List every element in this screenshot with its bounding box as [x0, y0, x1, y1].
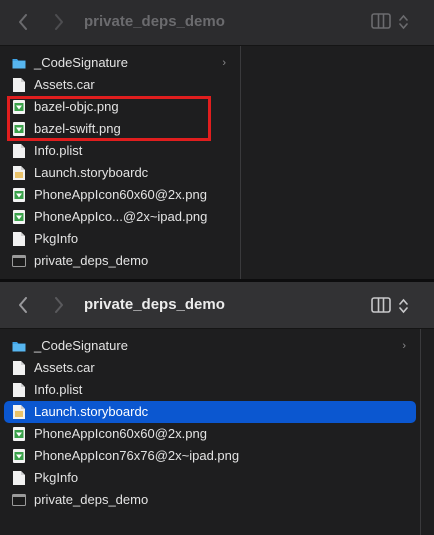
- file-name: PhoneAppIcon60x60@2x.png: [34, 187, 207, 202]
- file-row[interactable]: PhoneAppIcon60x60@2x.png: [4, 184, 236, 206]
- chevron-up-down-icon: [398, 14, 408, 30]
- file-list: _CodeSignature › Assets.car bazel-objc.png b…: [0, 52, 240, 272]
- document-icon: [12, 382, 26, 398]
- file-row[interactable]: Info.plist: [4, 379, 416, 401]
- file-name: private_deps_demo: [34, 492, 149, 507]
- file-name: Info.plist: [34, 143, 83, 158]
- file-row[interactable]: _CodeSignature ›: [4, 52, 236, 74]
- window-title: private_deps_demo: [84, 13, 225, 30]
- document-icon: [12, 470, 26, 486]
- toolbar: private_deps_demo: [0, 282, 434, 329]
- disclosure-chevron-icon: ›: [222, 57, 226, 69]
- storyboard-icon: [12, 165, 26, 181]
- column-view-icon: [371, 13, 391, 29]
- column-view-icon: [371, 297, 391, 313]
- file-row[interactable]: PkgInfo: [4, 467, 416, 489]
- file-name: PkgInfo: [34, 231, 79, 246]
- file-row[interactable]: _CodeSignature ›: [4, 335, 416, 357]
- file-name: Launch.storyboardc: [34, 165, 149, 180]
- chevron-right-icon: [55, 297, 63, 313]
- file-row[interactable]: Assets.car: [4, 74, 236, 96]
- window-title: private_deps_demo: [84, 296, 225, 313]
- file-name: Assets.car: [34, 77, 95, 92]
- file-name: _CodeSignature: [34, 338, 128, 353]
- png-image-icon: [12, 187, 26, 203]
- file-row[interactable]: Launch.storyboardc: [4, 162, 236, 184]
- file-name: PhoneAppIcon60x60@2x.png: [34, 426, 207, 441]
- forward-button[interactable]: [49, 11, 69, 33]
- back-button[interactable]: [13, 294, 33, 316]
- disclosure-chevron-icon: ›: [402, 340, 406, 352]
- document-icon: [12, 231, 26, 247]
- png-image-icon: [12, 448, 26, 464]
- file-row[interactable]: PkgInfo: [4, 228, 236, 250]
- file-row[interactable]: Assets.car: [4, 357, 416, 379]
- toolbar: private_deps_demo: [0, 0, 434, 46]
- forward-button[interactable]: [49, 294, 69, 316]
- file-column: _CodeSignature › Assets.car Info.plist Launc…: [0, 329, 420, 535]
- document-icon: [12, 360, 26, 376]
- highlight-annotation: [7, 96, 211, 141]
- file-name: PhoneAppIcon76x76@2x~ipad.png: [34, 448, 240, 463]
- executable-icon: [12, 253, 26, 269]
- file-row[interactable]: private_deps_demo: [4, 250, 236, 272]
- file-name: PkgInfo: [34, 470, 79, 485]
- chevron-right-icon: [55, 14, 63, 30]
- executable-icon: [12, 492, 26, 508]
- next-column: [420, 329, 434, 535]
- back-button[interactable]: [13, 11, 33, 33]
- view-options-button[interactable]: [397, 296, 409, 316]
- file-name: Info.plist: [34, 382, 83, 397]
- column-view-button[interactable]: [370, 296, 392, 314]
- file-name: PhoneAppIco...@2x~ipad.png: [34, 209, 208, 224]
- preview-pane: [241, 46, 434, 279]
- png-image-icon: [12, 209, 26, 225]
- chevron-up-down-icon: [398, 298, 408, 314]
- folder-icon: [12, 55, 26, 71]
- document-icon: [12, 77, 26, 93]
- chevron-left-icon: [19, 297, 27, 313]
- file-name: _CodeSignature: [34, 55, 128, 70]
- png-image-icon: [12, 426, 26, 442]
- file-row[interactable]: private_deps_demo: [4, 489, 416, 511]
- chevron-left-icon: [19, 14, 27, 30]
- file-name: Launch.storyboardc: [34, 404, 149, 419]
- column-view-button[interactable]: [370, 12, 392, 30]
- file-list: _CodeSignature › Assets.car Info.plist Launc…: [0, 335, 420, 511]
- document-icon: [12, 143, 26, 159]
- finder-window-top: private_deps_demo _CodeSignature › Assets.…: [0, 0, 434, 279]
- file-column: _CodeSignature › Assets.car bazel-objc.png b…: [0, 46, 241, 279]
- file-row[interactable]: PhoneAppIco...@2x~ipad.png: [4, 206, 236, 228]
- file-row[interactable]: Launch.storyboardc: [4, 401, 416, 423]
- folder-icon: [12, 338, 26, 354]
- file-row[interactable]: PhoneAppIcon60x60@2x.png: [4, 423, 416, 445]
- file-row[interactable]: Info.plist: [4, 140, 236, 162]
- finder-window-bottom: private_deps_demo _CodeSignature › Assets.…: [0, 282, 434, 535]
- storyboard-icon: [12, 404, 26, 420]
- file-name: Assets.car: [34, 360, 95, 375]
- file-name: private_deps_demo: [34, 253, 149, 268]
- file-row[interactable]: PhoneAppIcon76x76@2x~ipad.png: [4, 445, 416, 467]
- view-options-button[interactable]: [397, 12, 409, 32]
